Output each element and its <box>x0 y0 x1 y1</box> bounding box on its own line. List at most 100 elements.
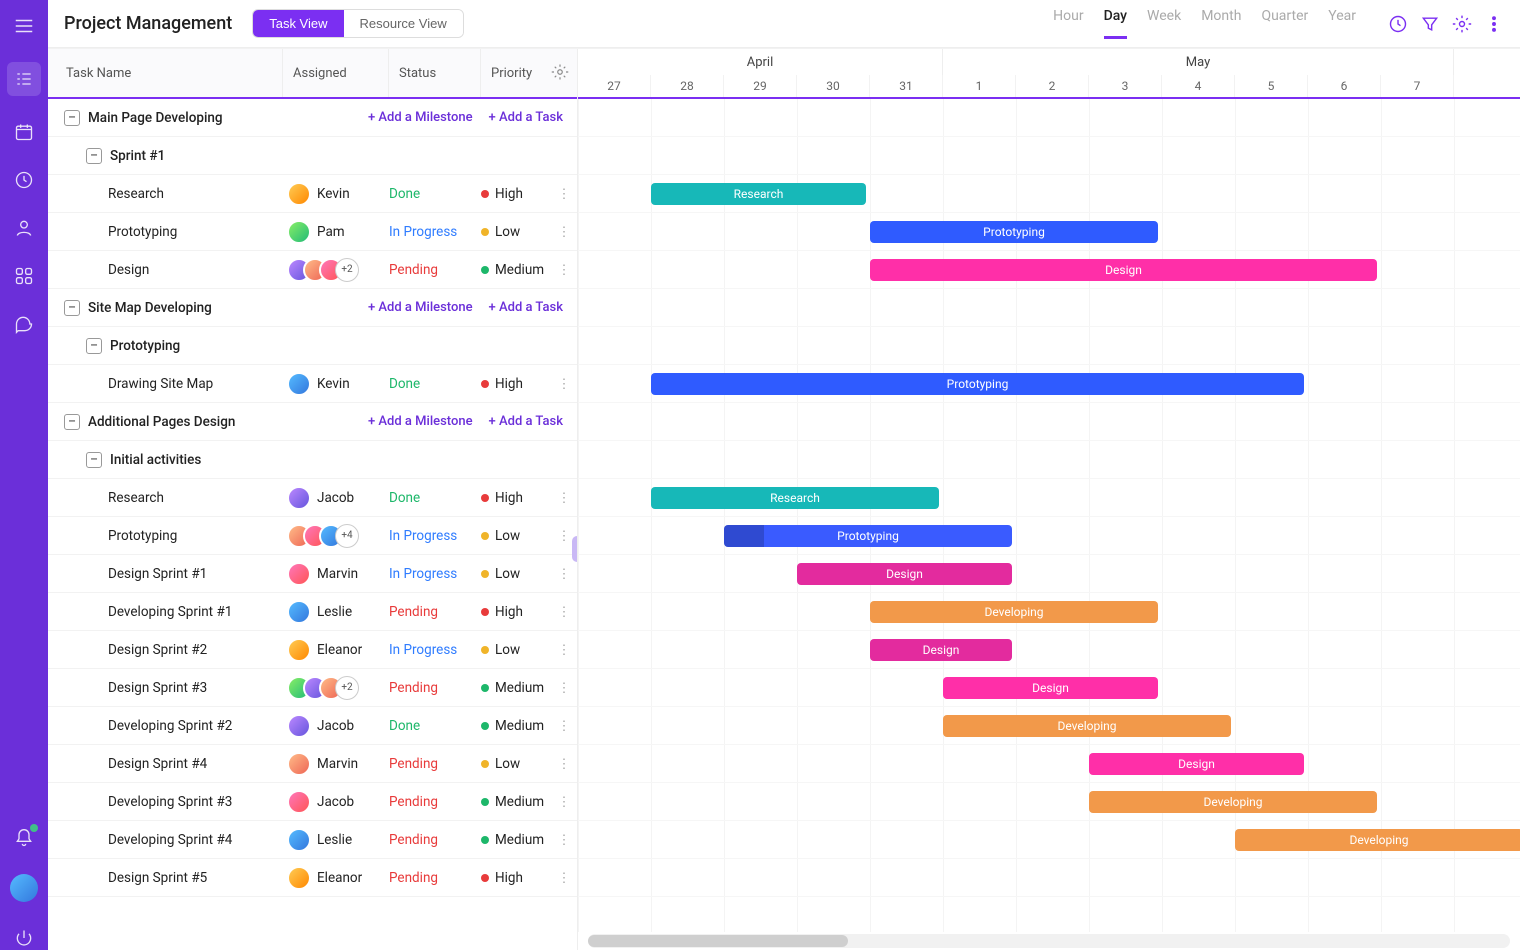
gantt-bar[interactable]: Developing <box>943 715 1231 737</box>
period-hour[interactable]: Hour <box>1053 8 1083 39</box>
current-user-avatar[interactable] <box>10 874 38 902</box>
add-milestone-link[interactable]: + Add a Milestone <box>368 414 473 429</box>
chat-icon[interactable] <box>12 312 36 336</box>
gantt-bar[interactable]: Prototyping <box>870 221 1158 243</box>
task-row[interactable]: Design Sprint #3+2PendingMedium⋮ <box>48 669 577 707</box>
task-row[interactable]: Drawing Site MapKevinDoneHigh⋮ <box>48 365 577 403</box>
gantt-bar[interactable]: Research <box>651 487 939 509</box>
resource-view-button[interactable]: Resource View <box>344 10 463 37</box>
row-more-button[interactable]: ⋮ <box>551 566 577 582</box>
bell-icon[interactable] <box>12 826 36 850</box>
period-week[interactable]: Week <box>1147 8 1181 39</box>
task-view-button[interactable]: Task View <box>253 10 343 37</box>
collapse-toggle[interactable]: – <box>86 338 102 354</box>
row-more-button[interactable]: ⋮ <box>551 718 577 734</box>
row-more-button[interactable]: ⋮ <box>551 262 577 278</box>
row-more-button[interactable]: ⋮ <box>551 680 577 696</box>
row-more-button[interactable]: ⋮ <box>551 642 577 658</box>
assignee-avatars[interactable] <box>287 220 311 244</box>
assignee-avatars[interactable]: +2 <box>287 676 359 700</box>
group-row[interactable]: –Initial activities <box>48 441 577 479</box>
gantt-bar[interactable]: Design <box>870 259 1377 281</box>
assignee-avatars[interactable]: +2 <box>287 258 359 282</box>
gantt-bar[interactable]: Design <box>1089 753 1304 775</box>
row-more-button[interactable]: ⋮ <box>551 794 577 810</box>
add-task-link[interactable]: + Add a Task <box>489 110 563 125</box>
task-row[interactable]: Developing Sprint #2JacobDoneMedium⋮ <box>48 707 577 745</box>
clock-icon[interactable] <box>12 168 36 192</box>
apps-icon[interactable] <box>12 264 36 288</box>
row-more-button[interactable]: ⋮ <box>551 832 577 848</box>
gantt-bar[interactable]: Prototyping <box>724 525 1012 547</box>
group-row[interactable]: –Prototyping <box>48 327 577 365</box>
assignee-avatars[interactable]: +4 <box>287 524 359 548</box>
collapse-toggle[interactable]: – <box>64 414 80 430</box>
scrollbar-thumb[interactable] <box>588 935 848 947</box>
assignee-avatars[interactable] <box>287 638 311 662</box>
user-icon[interactable] <box>12 216 36 240</box>
tasks-icon[interactable] <box>7 62 41 96</box>
columns-settings-icon[interactable] <box>551 63 569 85</box>
gantt-bar[interactable]: Prototyping <box>651 373 1304 395</box>
task-row[interactable]: Design Sprint #1MarvinIn ProgressLow⋮ <box>48 555 577 593</box>
task-row[interactable]: PrototypingPamIn ProgressLow⋮ <box>48 213 577 251</box>
gantt-bar[interactable]: Developing <box>1235 829 1520 851</box>
gantt-bar[interactable]: Developing <box>870 601 1158 623</box>
assignee-avatars[interactable] <box>287 182 311 206</box>
assignee-avatars[interactable] <box>287 828 311 852</box>
row-more-button[interactable]: ⋮ <box>551 186 577 202</box>
horizontal-scrollbar[interactable] <box>588 934 1510 948</box>
assignee-avatars[interactable] <box>287 714 311 738</box>
row-more-button[interactable]: ⋮ <box>551 870 577 886</box>
add-task-link[interactable]: + Add a Task <box>489 414 563 429</box>
group-row[interactable]: –Additional Pages Design+ Add a Mileston… <box>48 403 577 441</box>
collapse-toggle[interactable]: – <box>64 110 80 126</box>
row-more-button[interactable]: ⋮ <box>551 224 577 240</box>
power-icon[interactable] <box>12 926 36 950</box>
gantt-bar[interactable]: Developing <box>1089 791 1377 813</box>
assignee-avatars[interactable] <box>287 562 311 586</box>
collapse-toggle[interactable]: – <box>86 452 102 468</box>
assignee-avatars[interactable] <box>287 486 311 510</box>
task-row[interactable]: Design Sprint #2EleanorIn ProgressLow⋮ <box>48 631 577 669</box>
collapse-toggle[interactable]: – <box>64 300 80 316</box>
task-row[interactable]: Design Sprint #4MarvinPendingLow⋮ <box>48 745 577 783</box>
add-milestone-link[interactable]: + Add a Milestone <box>368 300 473 315</box>
task-row[interactable]: Developing Sprint #3JacobPendingMedium⋮ <box>48 783 577 821</box>
group-row[interactable]: –Site Map Developing+ Add a Milestone+ A… <box>48 289 577 327</box>
task-row[interactable]: ResearchJacobDoneHigh⋮ <box>48 479 577 517</box>
filter-icon[interactable] <box>1420 14 1440 34</box>
row-more-button[interactable]: ⋮ <box>551 490 577 506</box>
collapse-toggle[interactable]: – <box>86 148 102 164</box>
group-row[interactable]: –Sprint #1 <box>48 137 577 175</box>
history-icon[interactable] <box>1388 14 1408 34</box>
hamburger-icon[interactable] <box>12 14 36 38</box>
row-more-button[interactable]: ⋮ <box>551 376 577 392</box>
assignee-avatars[interactable] <box>287 600 311 624</box>
row-more-button[interactable]: ⋮ <box>551 604 577 620</box>
period-year[interactable]: Year <box>1328 8 1356 39</box>
settings-icon[interactable] <box>1452 14 1472 34</box>
task-row[interactable]: Design+2PendingMedium⋮ <box>48 251 577 289</box>
task-row[interactable]: ResearchKevinDoneHigh⋮ <box>48 175 577 213</box>
gantt-bar[interactable]: Design <box>797 563 1012 585</box>
period-quarter[interactable]: Quarter <box>1261 8 1308 39</box>
assignee-avatars[interactable] <box>287 866 311 890</box>
task-row[interactable]: Prototyping+4In ProgressLow⋮ <box>48 517 577 555</box>
add-task-link[interactable]: + Add a Task <box>489 300 563 315</box>
add-milestone-link[interactable]: + Add a Milestone <box>368 110 473 125</box>
gantt-bar[interactable]: Design <box>943 677 1158 699</box>
assignee-avatars[interactable] <box>287 372 311 396</box>
assignee-avatars[interactable] <box>287 752 311 776</box>
period-day[interactable]: Day <box>1104 8 1127 39</box>
assignee-avatars[interactable] <box>287 790 311 814</box>
more-icon[interactable] <box>1484 14 1504 34</box>
period-month[interactable]: Month <box>1201 8 1241 39</box>
task-row[interactable]: Design Sprint #5EleanorPendingHigh⋮ <box>48 859 577 897</box>
calendar-icon[interactable] <box>12 120 36 144</box>
row-more-button[interactable]: ⋮ <box>551 756 577 772</box>
task-row[interactable]: Developing Sprint #4LesliePendingMedium⋮ <box>48 821 577 859</box>
gantt-bar[interactable]: Research <box>651 183 866 205</box>
task-row[interactable]: Developing Sprint #1LesliePendingHigh⋮ <box>48 593 577 631</box>
group-row[interactable]: –Main Page Developing+ Add a Milestone+ … <box>48 99 577 137</box>
